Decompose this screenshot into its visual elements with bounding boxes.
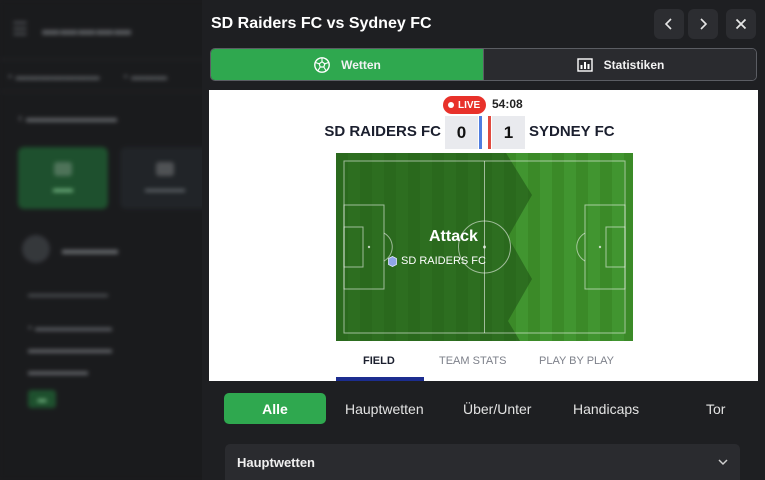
live-status-row: LIVE 54:08 xyxy=(209,96,758,114)
live-dot-icon xyxy=(448,102,454,108)
tab-field[interactable]: FIELD xyxy=(363,355,395,367)
pitch-graphic xyxy=(336,153,633,341)
bg-odd: ▬ xyxy=(28,390,56,408)
bg-back: ‹ ▬▬▬▬▬▬▬ xyxy=(18,110,117,125)
away-team-color-bar xyxy=(488,116,491,149)
live-label: LIVE xyxy=(458,99,481,111)
filter-hauptwetten[interactable]: Hauptwetten xyxy=(345,393,424,424)
bg-menu-icon: ☰ xyxy=(12,19,29,39)
background-page: ☰ ▬▬▬▬▬ ▪ ▬▬▬▬▬▬▬ ▪ ▬▬▬ ‹ ▬▬▬▬▬▬▬ ▬▬ ▬▬▬▬… xyxy=(0,0,210,480)
view-tabs: Wetten Statistiken xyxy=(210,48,757,81)
bg-team: ▬▬▬▬▬ xyxy=(28,364,88,378)
soccer-ball-icon xyxy=(314,56,331,73)
modal-title: SD Raiders FC vs Sydney FC xyxy=(211,15,432,32)
match-clock: 54:08 xyxy=(492,97,523,111)
situation-label: Attack xyxy=(429,228,478,245)
live-badge: LIVE xyxy=(443,96,487,114)
close-icon xyxy=(735,18,747,30)
bg-logo: ▬▬▬▬▬ xyxy=(42,19,133,39)
filter-tor[interactable]: Tor xyxy=(706,393,725,424)
situation-team-label: SD RAIDERS FC xyxy=(401,255,486,267)
tab-wetten[interactable]: Wetten xyxy=(211,49,483,80)
next-event-button[interactable] xyxy=(688,9,718,39)
accordion-title: Hauptwetten xyxy=(237,454,315,470)
stats-board-icon xyxy=(576,57,593,72)
tab-wetten-label: Wetten xyxy=(341,57,381,72)
home-team-color-bar xyxy=(479,116,482,149)
bg-league: ▪ ▬▬▬▬▬▬▬ xyxy=(28,322,112,334)
chevron-down-icon xyxy=(718,459,728,466)
tab-statistiken-label: Statistiken xyxy=(603,57,665,72)
market-filter-bar: Alle Hauptwetten Über/Unter Handicaps To… xyxy=(202,381,765,437)
home-team-name: SD RAIDERS FC xyxy=(324,123,441,140)
chevron-right-icon xyxy=(700,18,708,30)
bg-header: ☰ ▬▬▬▬▬ xyxy=(0,0,210,60)
filter-alle[interactable]: Alle xyxy=(224,393,326,424)
filter-ueber-unter[interactable]: Über/Unter xyxy=(463,393,531,424)
away-team-name: SYDNEY FC xyxy=(529,123,615,140)
team-shield-icon xyxy=(388,255,397,267)
bg-card: ▬▬▬▬ xyxy=(120,147,210,209)
bg-sub: ▬▬▬▬▬▬▬▬ xyxy=(28,289,108,300)
bg-card: ▬▬ xyxy=(18,147,108,209)
bg-cards: ▬▬ ▬▬▬▬ xyxy=(0,147,210,209)
bg-nav: ▪ ▬▬▬▬▬▬▬ ▪ ▬▬▬ xyxy=(0,60,210,92)
tab-team-stats[interactable]: TEAM STATS xyxy=(439,355,506,367)
tab-statistiken[interactable]: Statistiken xyxy=(483,49,756,80)
pitch-visualization: Attack SD RAIDERS FC xyxy=(336,153,633,341)
filter-handicaps[interactable]: Handicaps xyxy=(573,393,639,424)
home-score: 0 xyxy=(445,116,478,149)
chevron-left-icon xyxy=(664,18,672,30)
scoreboard: SD RAIDERS FC 0 1 SYDNEY FC xyxy=(209,116,758,149)
market-accordion-hauptwetten[interactable]: Hauptwetten xyxy=(225,444,740,480)
bg-section: ▬▬▬▬ xyxy=(0,235,210,263)
situation-team: SD RAIDERS FC xyxy=(388,255,486,267)
previous-event-button[interactable] xyxy=(654,9,684,39)
bg-team: ▬▬▬▬▬▬▬ xyxy=(28,342,112,356)
close-button[interactable] xyxy=(726,9,756,39)
widget-tabs: FIELD TEAM STATS PLAY BY PLAY xyxy=(209,346,758,381)
tab-play-by-play[interactable]: PLAY BY PLAY xyxy=(539,355,614,367)
event-modal: SD Raiders FC vs Sydney FC Wetten Statis… xyxy=(202,0,765,480)
away-score: 1 xyxy=(492,116,525,149)
live-match-widget: LIVE 54:08 SD RAIDERS FC 0 1 SYDNEY FC A… xyxy=(209,90,758,381)
